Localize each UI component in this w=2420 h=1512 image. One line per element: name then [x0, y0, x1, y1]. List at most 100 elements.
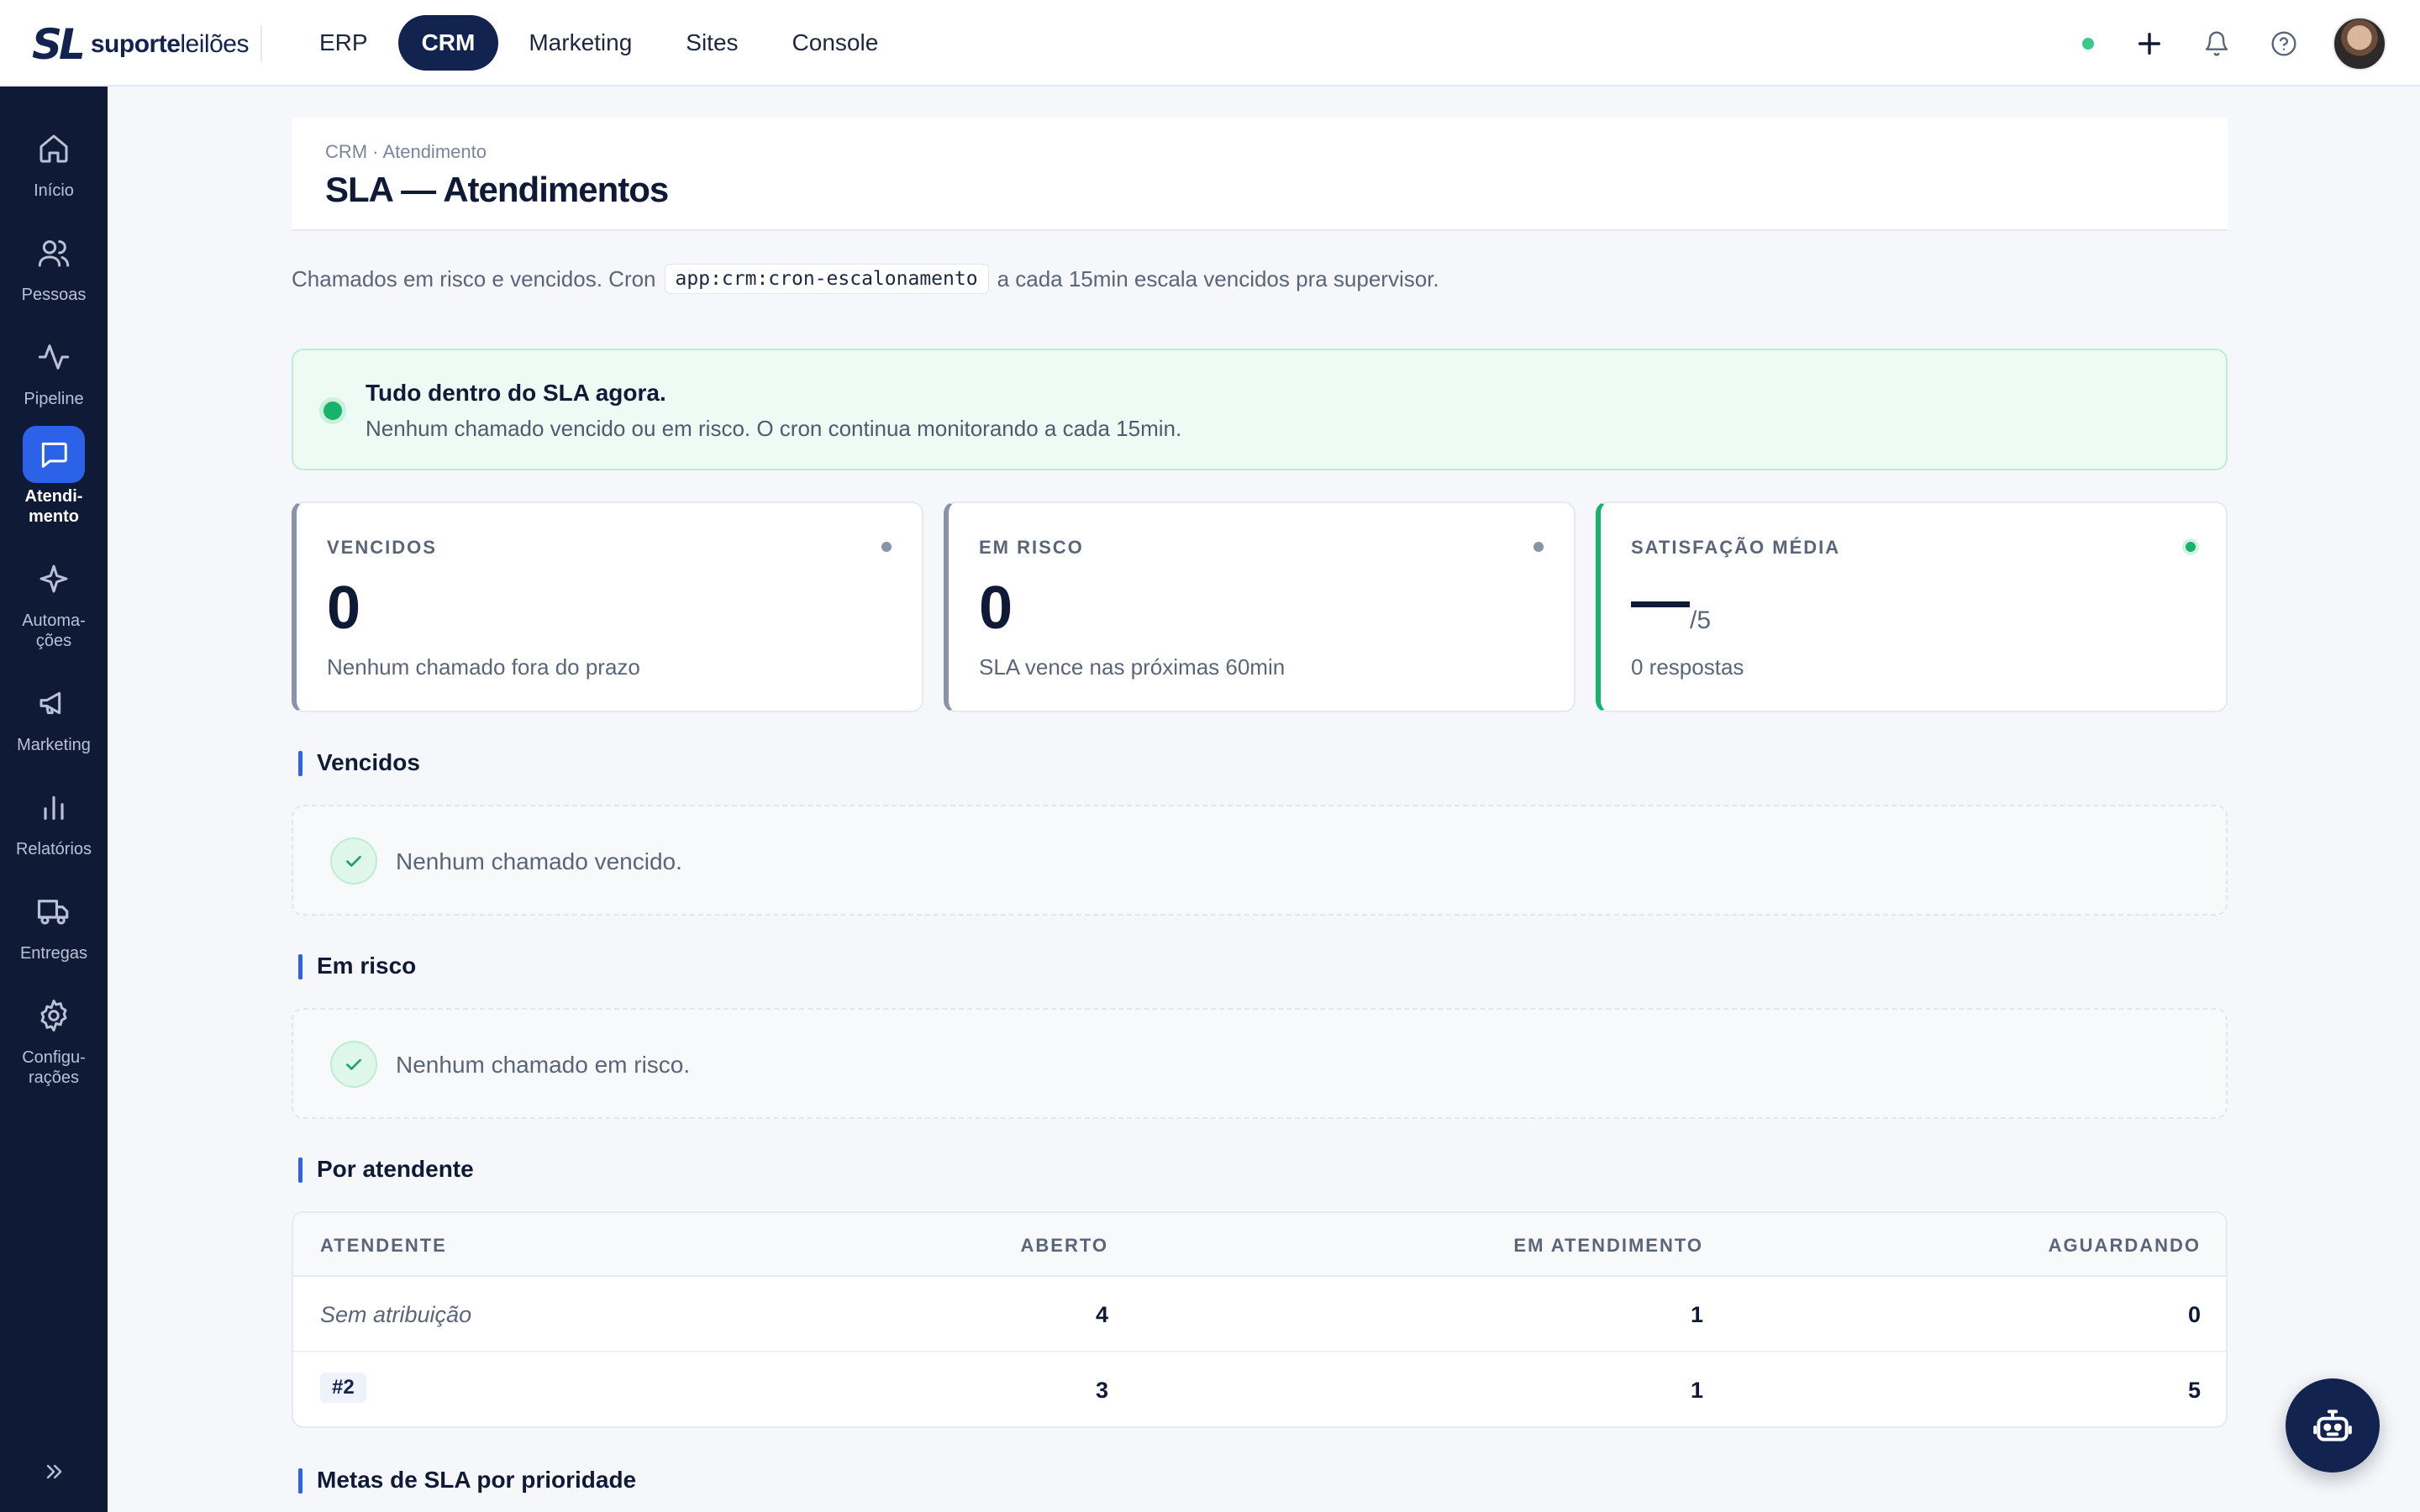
users-icon — [23, 224, 85, 281]
stat-value: 0 — [327, 575, 361, 642]
brand-logo[interactable]: SL suporteleilões — [32, 24, 249, 66]
sidebar-item-atendimento[interactable]: Atendi- mento — [0, 426, 108, 527]
sidebar-item-automacoes[interactable]: Automa- ções — [0, 550, 108, 651]
sidebar-item-label: Entregas — [19, 944, 88, 963]
description-text-after: a cada 15min escala vencidos pra supervi… — [997, 265, 1439, 291]
sidebar-item-label: Relatórios — [15, 840, 92, 858]
column-header-aberto[interactable]: ABERTO — [1021, 1235, 1109, 1257]
table-header-row: ATENDENTE ABERTO EM ATENDIMENTO AGUARDAN… — [293, 1213, 2226, 1277]
section-title-metas: Metas de SLA por prioridade — [298, 1467, 636, 1494]
cell-atendente: Sem atribuição — [320, 1302, 472, 1327]
topnav-crm[interactable]: CRM — [397, 15, 499, 71]
sidebar-item-pipeline[interactable]: Pipeline — [0, 328, 108, 409]
cell-aberto: 4 — [1095, 1302, 1108, 1327]
sidebar-item-relatorios[interactable]: Relatórios — [0, 779, 108, 859]
sidebar-item-label: Configu- rações — [22, 1048, 86, 1087]
stat-label: SATISFAÇÃO MÉDIA — [1631, 537, 1841, 558]
logo-divider — [260, 25, 262, 62]
empty-state-text: Nenhum chamado vencido. — [396, 848, 682, 874]
cron-code: app:crm:cron-escalonamento — [664, 264, 989, 294]
home-icon — [23, 120, 85, 177]
online-status-dot — [2082, 38, 2094, 50]
check-icon — [330, 837, 377, 885]
stat-status-dot — [881, 542, 892, 552]
sidebar-item-entregas[interactable]: Entregas — [0, 883, 108, 963]
help-icon[interactable] — [2265, 25, 2302, 62]
empty-value-dash — [1631, 601, 1690, 608]
plus-icon[interactable] — [2131, 25, 2168, 62]
sidebar-item-label: Pipeline — [24, 390, 84, 408]
user-avatar[interactable] — [2333, 17, 2386, 71]
top-actions — [2082, 17, 2386, 71]
alert-subtitle: Nenhum chamado vencido ou em risco. O cr… — [366, 416, 1182, 441]
assistant-bot-button[interactable] — [2286, 1378, 2380, 1473]
top-bar: SL suporteleilões ERP CRM Marketing Site… — [0, 0, 2420, 87]
cell-atendente: #2 — [320, 1373, 366, 1403]
column-header-atendente[interactable]: ATENDENTE — [320, 1235, 447, 1257]
stat-label: EM RISCO — [979, 537, 1084, 558]
sidebar-item-label: Marketing — [17, 736, 91, 754]
sidebar-expand-icon[interactable] — [37, 1455, 71, 1488]
stat-status-dot — [1534, 542, 1544, 552]
top-nav: ERP CRM Marketing Sites Console — [296, 15, 902, 71]
cell-aguardando: 0 — [2187, 1302, 2201, 1327]
cell-aberto: 3 — [1095, 1378, 1108, 1403]
section-title-em-risco: Em risco — [298, 953, 416, 979]
stat-label: VENCIDOS — [327, 537, 437, 558]
sidebar-item-inicio[interactable]: Início — [0, 120, 108, 201]
sidebar-item-configuracoes[interactable]: Configu- rações — [0, 987, 108, 1088]
topnav-console[interactable]: Console — [769, 15, 902, 71]
check-icon — [330, 1041, 377, 1088]
empty-state-text: Nenhum chamado em risco. — [396, 1052, 691, 1078]
empty-state-em-risco: Nenhum chamado em risco. — [292, 1008, 2228, 1119]
robot-icon — [2313, 1410, 2352, 1441]
column-header-em-atendimento[interactable]: EM ATENDIMENTO — [1513, 1235, 1703, 1257]
stat-card-satisfacao: SATISFAÇÃO MÉDIA /5 0 respostas — [1596, 501, 2228, 712]
cell-em-atendimento: 1 — [1690, 1378, 1703, 1403]
breadcrumb[interactable]: CRM · Atendimento — [325, 141, 487, 163]
sla-ok-alert: Tudo dentro do SLA agora. Nenhum chamado… — [292, 349, 2228, 470]
topnav-erp[interactable]: ERP — [296, 15, 392, 71]
page-title: SLA — Atendimentos — [325, 170, 669, 209]
stat-card-vencidos: VENCIDOS 0 Nenhum chamado fora do prazo — [292, 501, 923, 712]
stat-subtitle: SLA vence nas próximas 60min — [979, 654, 1286, 680]
section-title-vencidos: Vencidos — [298, 749, 420, 776]
sidebar-item-label: Atendi- mento — [24, 487, 83, 526]
sidebar: Início Pessoas Pipeline Atendi- mento Au… — [0, 87, 108, 1512]
alert-status-dot — [324, 402, 342, 420]
table-row[interactable]: #2 3 1 5 — [293, 1352, 2226, 1426]
stat-status-dot — [2186, 542, 2196, 552]
section-title-por-atendente: Por atendente — [298, 1156, 474, 1183]
sidebar-item-label: Pessoas — [21, 286, 87, 304]
stat-suffix: /5 — [1690, 606, 1712, 634]
stat-subtitle: 0 respostas — [1631, 654, 1744, 680]
atendente-table: ATENDENTE ABERTO EM ATENDIMENTO AGUARDAN… — [292, 1211, 2228, 1428]
topnav-marketing[interactable]: Marketing — [505, 15, 655, 71]
page-header: CRM · Atendimento SLA — Atendimentos — [292, 118, 2228, 231]
sparkle-icon — [23, 550, 85, 607]
bar-chart-icon — [23, 779, 85, 836]
alert-title: Tudo dentro do SLA agora. — [366, 380, 666, 406]
description-text: Chamados em risco e vencidos. Cron — [292, 265, 656, 291]
cell-em-atendimento: 1 — [1690, 1302, 1703, 1327]
logo-text: suporteleilões — [90, 30, 250, 58]
topnav-sites[interactable]: Sites — [662, 15, 761, 71]
gear-icon — [23, 987, 85, 1044]
truck-icon — [23, 883, 85, 940]
table-row[interactable]: Sem atribuição 4 1 0 — [293, 1277, 2226, 1352]
bell-icon[interactable] — [2198, 25, 2235, 62]
sidebar-item-pessoas[interactable]: Pessoas — [0, 224, 108, 305]
activity-icon — [23, 328, 85, 386]
sidebar-item-marketing[interactable]: Marketing — [0, 675, 108, 755]
atendente-tag: #2 — [320, 1373, 366, 1403]
stat-subtitle: Nenhum chamado fora do prazo — [327, 654, 640, 680]
stat-value: 0 — [979, 575, 1013, 642]
column-header-aguardando[interactable]: AGUARDANDO — [2049, 1235, 2201, 1257]
cell-aguardando: 5 — [2187, 1378, 2201, 1403]
stat-card-em-risco: EM RISCO 0 SLA vence nas próximas 60min — [944, 501, 1576, 712]
logo-mark: SL — [32, 20, 86, 69]
empty-state-vencidos: Nenhum chamado vencido. — [292, 805, 2228, 916]
sidebar-item-label: Automa- ções — [22, 612, 86, 650]
page-description: Chamados em risco e vencidos. Cron app:c… — [292, 264, 1439, 294]
megaphone-icon — [23, 675, 85, 732]
